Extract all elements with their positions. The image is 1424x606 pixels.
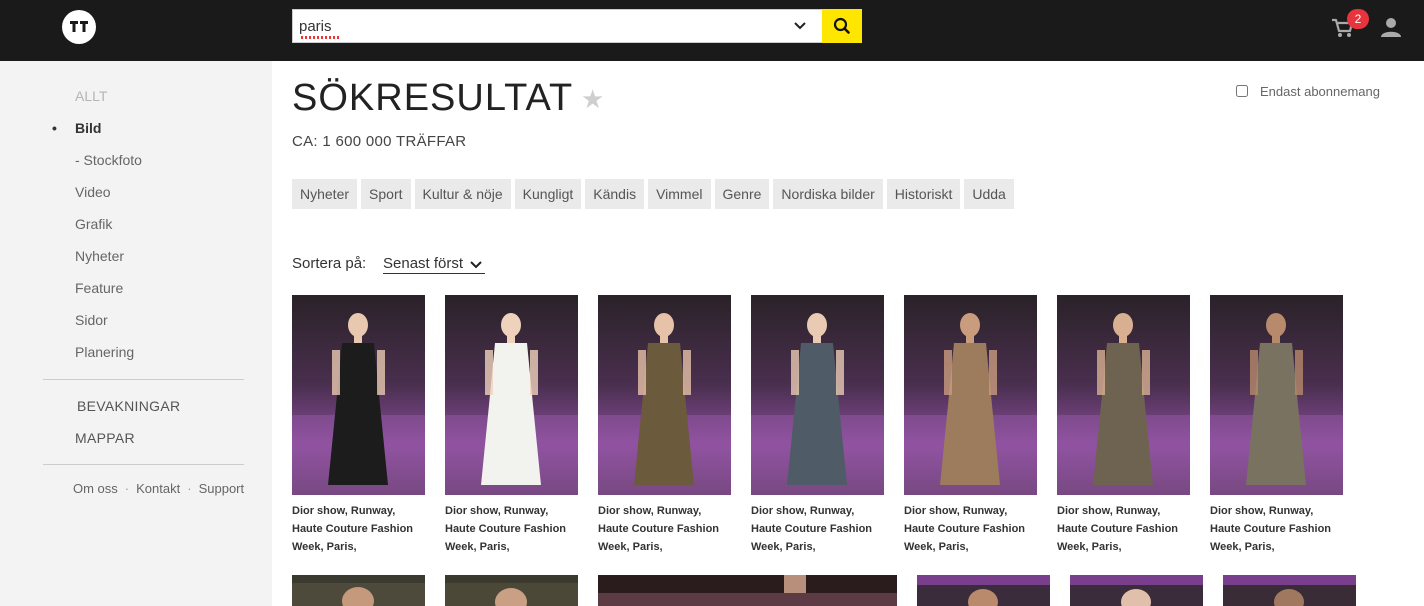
sidebar-divider — [43, 379, 244, 380]
category-genre[interactable]: Genre — [714, 179, 770, 209]
result-thumbnail[interactable] — [1070, 575, 1203, 606]
footer-separator: · — [187, 481, 192, 496]
sidebar-item-sidor[interactable]: Sidor — [0, 312, 272, 344]
category-historiskt[interactable]: Historiskt — [886, 179, 961, 209]
search-input[interactable] — [299, 14, 779, 38]
result-caption: Dior show, Runway, Haute Couture Fashion… — [1057, 505, 1179, 553]
sort-label: Sortera på: — [292, 255, 367, 272]
top-bar: 2 — [0, 0, 1424, 61]
category-udda[interactable]: Udda — [964, 179, 1014, 209]
result-card[interactable]: Dior show, Runway, Haute Couture Fashion… — [1210, 295, 1343, 556]
sidebar-item-bevakningar[interactable]: BEVAKNINGAR — [77, 398, 180, 414]
sidebar-item-allt[interactable]: ALLT — [0, 88, 272, 120]
search-icon — [833, 17, 850, 34]
sidebar-item-bild[interactable]: • Bild — [0, 120, 272, 152]
footer-link-about[interactable]: Om oss — [73, 481, 118, 496]
search-scope-dropdown[interactable] — [787, 14, 813, 38]
result-caption: Dior show, Runway, Haute Couture Fashion… — [751, 505, 873, 553]
result-thumbnail[interactable] — [1223, 575, 1356, 606]
category-kandis[interactable]: Kändis — [585, 179, 645, 209]
result-count: CA: 1 600 000 TRÄFFAR — [292, 133, 467, 150]
sort-dropdown[interactable]: Senast först — [383, 255, 486, 274]
result-thumbnail[interactable] — [445, 575, 578, 606]
sidebar-item-planering[interactable]: Planering — [0, 344, 272, 376]
search-button[interactable] — [822, 9, 862, 43]
sidebar-nav: ALLT • Bild - Stockfoto Video Grafik Nyhe… — [0, 88, 272, 376]
sidebar: ALLT • Bild - Stockfoto Video Grafik Nyhe… — [0, 61, 272, 606]
footer-link-contact[interactable]: Kontakt — [136, 481, 180, 496]
result-caption: Dior show, Runway, Haute Couture Fashion… — [598, 505, 720, 553]
category-kultur-noje[interactable]: Kultur & nöje — [414, 179, 511, 209]
footer-link-support[interactable]: Support — [199, 481, 245, 496]
active-bullet: • — [52, 120, 57, 136]
user-icon — [1381, 18, 1401, 37]
result-card[interactable]: Dior show, Runway, Haute Couture Fashion… — [292, 295, 425, 556]
result-thumbnail[interactable] — [292, 295, 425, 495]
star-icon[interactable]: ★ — [581, 84, 604, 114]
category-sport[interactable]: Sport — [361, 179, 411, 209]
category-nyheter[interactable]: Nyheter — [292, 179, 358, 209]
result-card[interactable]: Dior show, Runway, Haute Couture Fashion… — [445, 295, 578, 556]
sort-value: Senast först — [383, 255, 464, 272]
category-filters: Nyheter Sport Kultur & nöje Kungligt Kän… — [292, 179, 1014, 209]
result-thumbnail[interactable] — [917, 575, 1050, 606]
result-thumbnail[interactable] — [751, 295, 884, 495]
search-box — [292, 9, 862, 43]
sidebar-divider — [43, 464, 244, 465]
user-account-button[interactable] — [1380, 16, 1402, 38]
sidebar-item-mappar[interactable]: MAPPAR — [75, 430, 135, 446]
result-caption: Dior show, Runway, Haute Couture Fashion… — [445, 505, 567, 553]
result-caption: Dior show, Runway, Haute Couture Fashion… — [292, 505, 414, 553]
sidebar-item-video[interactable]: Video — [0, 184, 272, 216]
spellcheck-underline — [301, 36, 339, 39]
category-vimmel[interactable]: Vimmel — [648, 179, 711, 209]
sidebar-item-stockfoto[interactable]: - Stockfoto — [0, 152, 272, 184]
result-card[interactable]: Dior show, Runway, Haute Couture Fashion… — [1057, 295, 1190, 556]
result-thumbnail[interactable] — [445, 295, 578, 495]
chevron-down-icon — [794, 22, 806, 30]
result-thumbnail[interactable] — [598, 575, 897, 606]
result-caption: Dior show, Runway, Haute Couture Fashion… — [1210, 505, 1332, 553]
sidebar-footer: Om oss · Kontakt · Support — [73, 481, 244, 496]
result-card[interactable]: Dior show, Runway, Haute Couture Fashion… — [751, 295, 884, 556]
result-card[interactable]: Dior show, Runway, Haute Couture Fashion… — [598, 295, 731, 556]
result-caption: Dior show, Runway, Haute Couture Fashion… — [904, 505, 1026, 553]
result-thumbnail[interactable] — [292, 575, 425, 606]
result-card[interactable]: Dior show, Runway, Haute Couture Fashion… — [904, 295, 1037, 556]
chevron-down-icon — [470, 261, 482, 269]
result-thumbnail[interactable] — [904, 295, 1037, 495]
page-title: SÖKRESULTAT — [292, 77, 574, 119]
sidebar-item-grafik[interactable]: Grafik — [0, 216, 272, 248]
subscription-checkbox[interactable] — [1236, 85, 1248, 97]
cart-count-badge: 2 — [1347, 9, 1369, 29]
result-thumbnail[interactable] — [598, 295, 731, 495]
category-nordiska-bilder[interactable]: Nordiska bilder — [773, 179, 883, 209]
footer-separator: · — [124, 481, 130, 496]
category-kungligt[interactable]: Kungligt — [514, 179, 582, 209]
subscription-label: Endast abonnemang — [1260, 84, 1380, 99]
sidebar-item-nyheter[interactable]: Nyheter — [0, 248, 272, 280]
logo-icon[interactable] — [62, 10, 96, 44]
sidebar-item-feature[interactable]: Feature — [0, 280, 272, 312]
result-thumbnail[interactable] — [1210, 295, 1343, 495]
result-thumbnail[interactable] — [1057, 295, 1190, 495]
